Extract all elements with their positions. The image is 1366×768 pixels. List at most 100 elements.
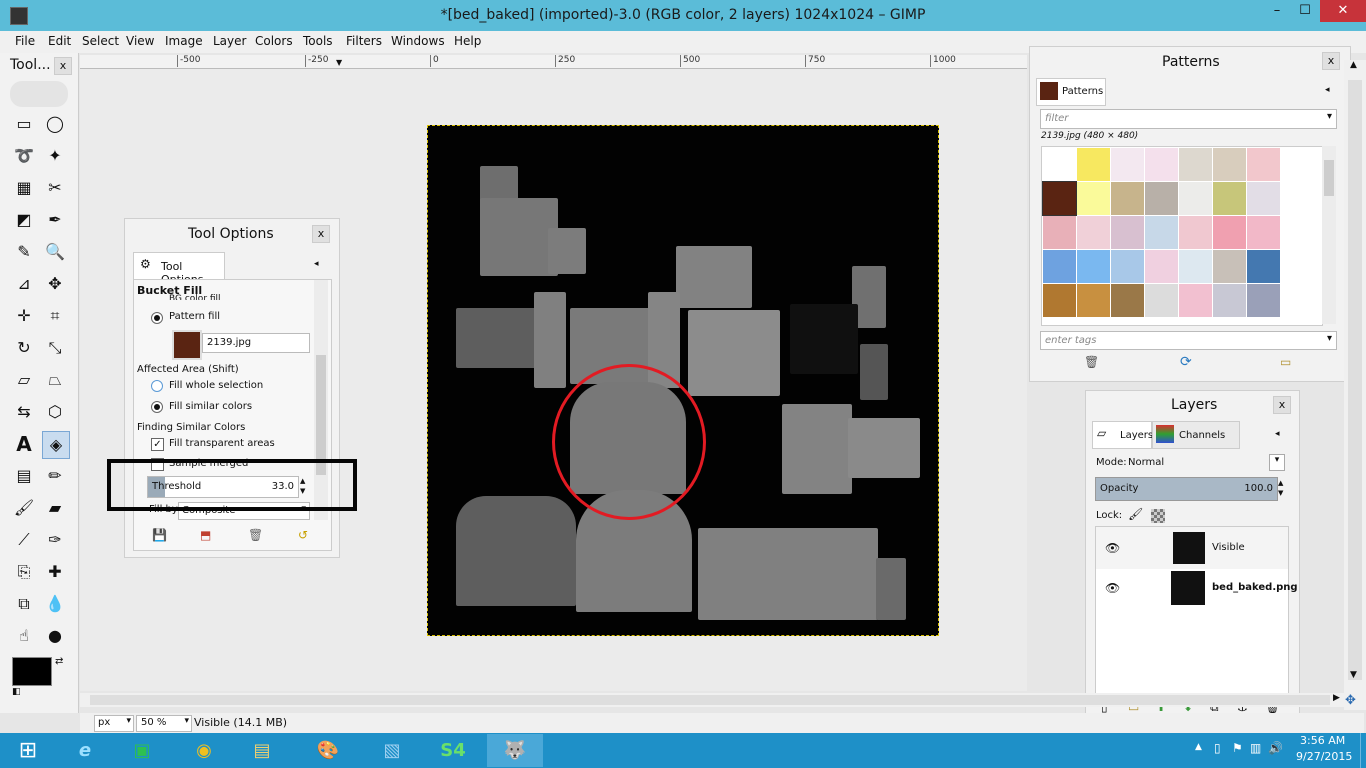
clone-icon[interactable]: ⎘ (11, 559, 37, 585)
shear-icon[interactable]: ▱ (11, 367, 37, 393)
show-desktop-button[interactable] (1360, 733, 1366, 768)
pencil-icon[interactable]: ✏ (42, 463, 68, 489)
pattern-preview-button[interactable] (172, 330, 202, 360)
scissors-icon[interactable]: ✂ (42, 175, 68, 201)
navigate-icon[interactable]: ✥ (1345, 693, 1356, 708)
scroll-down-arrow-icon[interactable]: ▼ (1350, 670, 1357, 680)
vertical-scrollbar[interactable]: ▲ ▼ (1344, 60, 1366, 710)
channels-tab[interactable]: Channels (1152, 421, 1240, 449)
perspective-clone-icon[interactable]: ⧉ (11, 591, 37, 617)
dodge-burn-icon[interactable]: ● (42, 623, 68, 649)
pattern-fill-radio[interactable] (151, 312, 163, 324)
layer-row[interactable]: 👁 bed_baked.png (1096, 569, 1298, 607)
pattern-name-field[interactable]: 2139.jpg (202, 333, 310, 353)
pattern-swatch[interactable] (1111, 284, 1144, 317)
pattern-swatch[interactable] (1179, 284, 1212, 317)
pattern-swatch[interactable] (1111, 148, 1144, 181)
lock-alpha-icon[interactable] (1151, 509, 1165, 523)
menu-tools[interactable]: Tools (303, 34, 333, 48)
pattern-swatch[interactable] (1247, 284, 1280, 317)
pattern-swatch[interactable] (1077, 284, 1110, 317)
clock-time[interactable]: 3:56 AM (1300, 734, 1345, 747)
delete-pattern-icon[interactable]: 🗑 (1084, 355, 1099, 369)
pattern-swatch[interactable] (1043, 284, 1076, 317)
ink-icon[interactable]: ✑ (42, 527, 68, 553)
scrollbar-thumb[interactable] (1324, 160, 1334, 196)
reset-options-icon[interactable]: ↺ (298, 528, 308, 542)
scale-icon[interactable]: ⤡ (42, 335, 68, 361)
pattern-swatch[interactable] (1247, 182, 1280, 215)
delete-options-icon[interactable]: 🗑 (248, 528, 263, 542)
pattern-swatch[interactable] (1213, 182, 1246, 215)
mode-value[interactable]: Normal (1128, 457, 1164, 468)
patterns-tab[interactable]: Patterns (1036, 78, 1106, 106)
scrollbar-thumb[interactable] (316, 355, 326, 475)
pattern-swatch[interactable] (1077, 250, 1110, 283)
menu-file[interactable]: File (15, 34, 35, 48)
foreground-color-swatch[interactable] (12, 657, 52, 686)
file-explorer-icon[interactable]: ▤ (234, 734, 290, 767)
tool-options-menu-icon[interactable]: ◂ (314, 259, 319, 269)
color-picker-icon[interactable]: ✎ (11, 239, 37, 265)
open-folder-icon[interactable]: ▭ (1280, 355, 1291, 369)
pattern-swatch[interactable] (1042, 181, 1077, 216)
eye-visibility-icon[interactable]: 👁 (1105, 541, 1120, 555)
pattern-swatch[interactable] (1213, 148, 1246, 181)
blend-icon[interactable]: ▤ (11, 463, 37, 489)
vertical-scrollbar-thumb[interactable] (1348, 80, 1362, 680)
tray-device-icon[interactable]: ▯ (1214, 741, 1221, 755)
flip-icon[interactable]: ⇆ (11, 399, 37, 425)
tool-options-close-button[interactable]: x (312, 225, 330, 243)
pattern-swatch[interactable] (1145, 216, 1178, 249)
tray-chevron-icon[interactable]: ▲ (1195, 742, 1202, 752)
minimize-button[interactable]: – (1262, 0, 1292, 22)
bucket-fill-icon[interactable]: ◈ (42, 431, 70, 459)
tray-flag-icon[interactable]: ⚑ (1232, 741, 1243, 755)
maximize-button[interactable]: ☐ (1290, 0, 1320, 22)
menu-filters[interactable]: Filters (346, 34, 382, 48)
menu-edit[interactable]: Edit (48, 34, 71, 48)
menu-help[interactable]: Help (454, 34, 481, 48)
perspective-icon[interactable]: ⏢ (42, 367, 68, 393)
fill-transparent-checkbox[interactable]: ✓ (151, 438, 164, 451)
layers-close-button[interactable]: x (1273, 396, 1291, 414)
pattern-swatch[interactable] (1247, 216, 1280, 249)
bg-fill-label[interactable]: BG color fill (169, 294, 221, 300)
internet-explorer-icon[interactable]: e (57, 734, 113, 767)
patterns-scrollbar[interactable] (1322, 146, 1336, 324)
text-tool-icon[interactable]: A (11, 431, 37, 457)
crop-icon[interactable]: ⌗ (42, 303, 68, 329)
pattern-swatch[interactable] (1213, 284, 1246, 317)
gimp-taskbar-icon[interactable]: 🐺 (487, 734, 543, 767)
pattern-swatch[interactable] (1043, 148, 1076, 181)
align-icon[interactable]: ✛ (11, 303, 37, 329)
opacity-spin-arrows-icon[interactable]: ▲ ▼ (1278, 478, 1283, 498)
pattern-swatch[interactable] (1111, 182, 1144, 215)
pattern-swatch[interactable] (1179, 216, 1212, 249)
ellipse-select-icon[interactable]: ◯ (42, 111, 68, 137)
pattern-swatch[interactable] (1213, 216, 1246, 249)
close-window-button[interactable]: ✕ (1320, 0, 1366, 22)
zoom-icon[interactable]: 🔍 (42, 239, 68, 265)
patterns-grid[interactable] (1041, 146, 1323, 326)
tags-input[interactable]: enter tags ▾ (1040, 331, 1337, 350)
pattern-swatch[interactable] (1043, 216, 1076, 249)
horizontal-scrollbar[interactable]: ▶ (80, 693, 1344, 707)
pattern-swatch[interactable] (1145, 250, 1178, 283)
smudge-icon[interactable]: ☝ (11, 623, 37, 649)
scroll-right-arrow-icon[interactable]: ▶ (1333, 693, 1340, 703)
toolbox-close-button[interactable]: x (54, 57, 72, 75)
tool-options-tab[interactable]: Tool Options ⚙ (133, 252, 225, 286)
mode-dropdown-icon[interactable]: ▾ (1269, 454, 1285, 471)
pattern-swatch[interactable] (1179, 182, 1212, 215)
windows-start-icon[interactable]: ⊞ (0, 734, 56, 767)
clock-date[interactable]: 9/27/2015 (1296, 750, 1352, 763)
patterns-menu-icon[interactable]: ◂ (1325, 85, 1330, 95)
pattern-swatch[interactable] (1111, 250, 1144, 283)
rect-select-icon[interactable]: ▭ (11, 111, 37, 137)
fill-whole-selection-radio[interactable] (151, 380, 163, 392)
pattern-swatch[interactable] (1179, 148, 1212, 181)
pattern-swatch[interactable] (1145, 148, 1178, 181)
menu-select[interactable]: Select (82, 34, 119, 48)
layers-tab[interactable]: ▱ Layers (1092, 421, 1153, 449)
